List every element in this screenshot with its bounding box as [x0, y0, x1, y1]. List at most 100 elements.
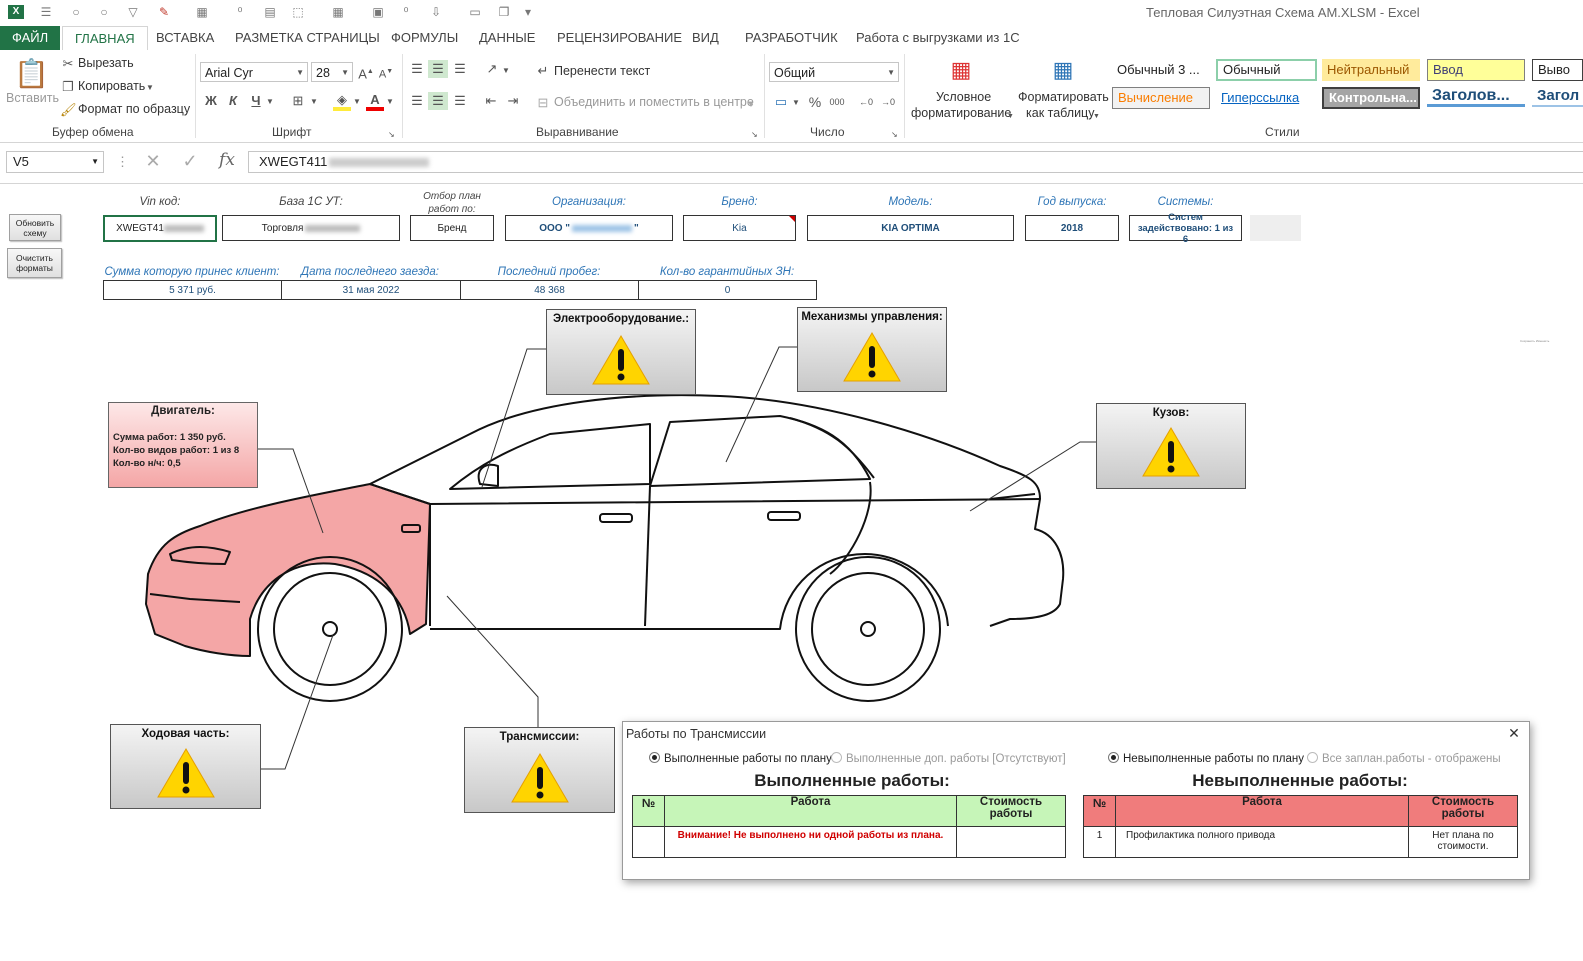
cut-button[interactable]: Вырезать: [78, 56, 134, 70]
style-hyperlink[interactable]: Гиперссылка: [1216, 87, 1317, 109]
circle-icon[interactable]: ○: [96, 5, 112, 19]
align-top-icon[interactable]: ☰: [408, 60, 426, 78]
chevron-down-icon[interactable]: ▼: [502, 62, 510, 80]
tab-home[interactable]: ГЛАВНАЯ: [62, 26, 148, 52]
tab-insert[interactable]: ВСТАВКА: [156, 26, 214, 50]
increase-font-icon[interactable]: A▲: [358, 63, 374, 83]
style-normal[interactable]: Обычный: [1216, 59, 1317, 81]
chassis-box[interactable]: Ходовая часть:: [110, 724, 261, 809]
tab-data[interactable]: ДАННЫЕ: [479, 26, 535, 50]
copy-button[interactable]: Копировать: [78, 79, 145, 93]
insert-function-button[interactable]: fx: [216, 151, 238, 169]
align-bottom-icon[interactable]: ☰: [451, 60, 469, 78]
dialog-launcher-icon[interactable]: ↘: [751, 126, 758, 144]
borders-icon[interactable]: ▦: [194, 5, 210, 19]
close-button[interactable]: ✕: [1505, 724, 1523, 742]
align-right-icon[interactable]: ☰: [451, 92, 469, 110]
radio-done-plan[interactable]: Выполненные работы по плану: [649, 752, 832, 765]
chevron-down-icon[interactable]: ▼: [386, 93, 394, 111]
select-icon[interactable]: ⬚: [290, 5, 306, 19]
font-size-select[interactable]: 28 ▼: [311, 62, 353, 82]
circle-icon[interactable]: ○: [68, 5, 84, 19]
radio-undone-plan[interactable]: Невыполненные работы по плану: [1108, 752, 1304, 765]
decrease-decimal-icon[interactable]: →0: [879, 93, 897, 111]
cancel-icon[interactable]: ✕: [143, 152, 163, 170]
tab-1c-uploads[interactable]: Работа с выгрузками из 1С: [856, 26, 1020, 50]
tab-file[interactable]: ФАЙЛ: [0, 26, 61, 50]
orientation-icon[interactable]: ↗: [483, 60, 501, 78]
radio-all-planned[interactable]: Все заплан.работы - отображены: [1307, 752, 1501, 765]
quick-access-menu-icon[interactable]: ☰: [38, 5, 54, 19]
chevron-down-icon[interactable]: ▼: [747, 96, 755, 114]
paste-icon[interactable]: 📋: [14, 56, 49, 92]
wrap-text-button[interactable]: Перенести текст: [554, 64, 650, 78]
format-as-table-icon[interactable]: ▦: [1046, 54, 1080, 86]
engine-box[interactable]: Двигатель: Сумма работ: 1 350 руб. Кол-в…: [108, 402, 258, 488]
chevron-down-icon[interactable]: ▼: [310, 93, 318, 111]
steering-box[interactable]: Механизмы управления:: [797, 307, 947, 392]
align-middle-icon[interactable]: ☰: [428, 60, 448, 78]
copy-icon[interactable]: ❐: [496, 5, 512, 19]
style-output[interactable]: Выво: [1532, 59, 1583, 81]
tab-view[interactable]: ВИД: [692, 26, 719, 50]
body-box[interactable]: Кузов:: [1096, 403, 1246, 489]
underline-button[interactable]: Ч: [248, 92, 264, 110]
borders-icon[interactable]: ⊞: [290, 92, 306, 110]
paste-button[interactable]: Вставить: [6, 91, 59, 105]
name-box[interactable]: V5 ▼: [6, 151, 104, 173]
style-normal-3[interactable]: Обычный 3 ...: [1112, 59, 1210, 81]
percent-icon[interactable]: %: [806, 93, 824, 111]
decrease-indent-icon[interactable]: ⇤: [482, 92, 500, 110]
style-calculation[interactable]: Вычисление: [1112, 87, 1210, 109]
font-color-icon[interactable]: A: [366, 91, 384, 111]
thousands-icon[interactable]: 000: [828, 93, 846, 111]
conditional-formatting-label-2[interactable]: форматирование: [911, 106, 1011, 120]
merge-center-button[interactable]: Объединить и поместить в центре: [554, 95, 754, 109]
tab-review[interactable]: РЕЦЕНЗИРОВАНИЕ: [557, 26, 682, 50]
increase-decimal-icon[interactable]: ←0: [857, 93, 875, 111]
screenshot-icon[interactable]: ▣: [370, 5, 386, 19]
tab-page-layout[interactable]: РАЗМЕТКА СТРАНИЦЫ: [235, 26, 380, 50]
number-format-select[interactable]: Общий ▼: [769, 62, 899, 82]
style-neutral[interactable]: Нейтральный: [1322, 59, 1420, 81]
align-left-icon[interactable]: ☰: [408, 92, 426, 110]
currency-icon[interactable]: ▭: [772, 93, 790, 111]
format-as-table-label-2[interactable]: как таблицу: [1026, 106, 1094, 120]
window-icon[interactable]: ▭: [467, 5, 483, 19]
confirm-icon[interactable]: ✓: [180, 152, 200, 170]
dialog-launcher-icon[interactable]: ↘: [388, 126, 395, 144]
format-painter-button[interactable]: Формат по образцу: [78, 102, 190, 116]
transmission-box[interactable]: Трансмиссии:: [464, 727, 615, 813]
tab-formulas[interactable]: ФОРМУЛЫ: [391, 26, 458, 50]
chevron-down-icon[interactable]: ▼: [266, 93, 274, 111]
format-as-table-label-1[interactable]: Форматировать: [1018, 90, 1109, 104]
table-row[interactable]: Внимание! Не выполнено ни одной работы и…: [632, 826, 1066, 858]
chevron-down-icon[interactable]: ▼: [146, 79, 154, 97]
style-check-cell[interactable]: Контрольна...: [1322, 87, 1420, 109]
chevron-down-icon[interactable]: ▼: [1093, 108, 1100, 126]
italic-button[interactable]: К: [225, 92, 241, 110]
chevron-down-icon[interactable]: ▼: [1007, 108, 1014, 126]
fill-color-icon[interactable]: ◈: [333, 91, 351, 111]
decimal-icon[interactable]: ⁰: [232, 5, 248, 19]
download-icon[interactable]: ⇩: [428, 5, 444, 19]
chevron-down-icon[interactable]: ▼: [353, 93, 361, 111]
table-icon[interactable]: ▦: [330, 5, 346, 19]
style-heading-2[interactable]: Загол: [1532, 85, 1583, 107]
customize-icon[interactable]: ▾: [520, 5, 536, 19]
electro-box[interactable]: Электрооборудование.:: [546, 309, 696, 395]
dialog-launcher-icon[interactable]: ↘: [891, 126, 898, 144]
conditional-formatting-icon[interactable]: ▦: [944, 54, 978, 86]
style-input[interactable]: Ввод: [1427, 59, 1525, 81]
decimal-icon[interactable]: ⁰: [398, 5, 414, 19]
format-icon[interactable]: ▤: [262, 5, 278, 19]
align-center-icon[interactable]: ☰: [428, 92, 448, 110]
chevron-down-icon[interactable]: ▼: [792, 94, 800, 112]
table-row[interactable]: 1 Профилактика полного привода Нет плана…: [1083, 826, 1518, 858]
radio-done-extra[interactable]: Выполненные доп. работы [Отсутствуют]: [831, 752, 1066, 765]
formula-input[interactable]: XWEGT411: [248, 151, 1583, 173]
decrease-font-icon[interactable]: A▼: [378, 63, 394, 84]
filter-icon[interactable]: ▽: [125, 5, 141, 19]
tab-developer[interactable]: РАЗРАБОТЧИК: [745, 26, 838, 50]
more-icon[interactable]: ⋮: [116, 153, 129, 171]
